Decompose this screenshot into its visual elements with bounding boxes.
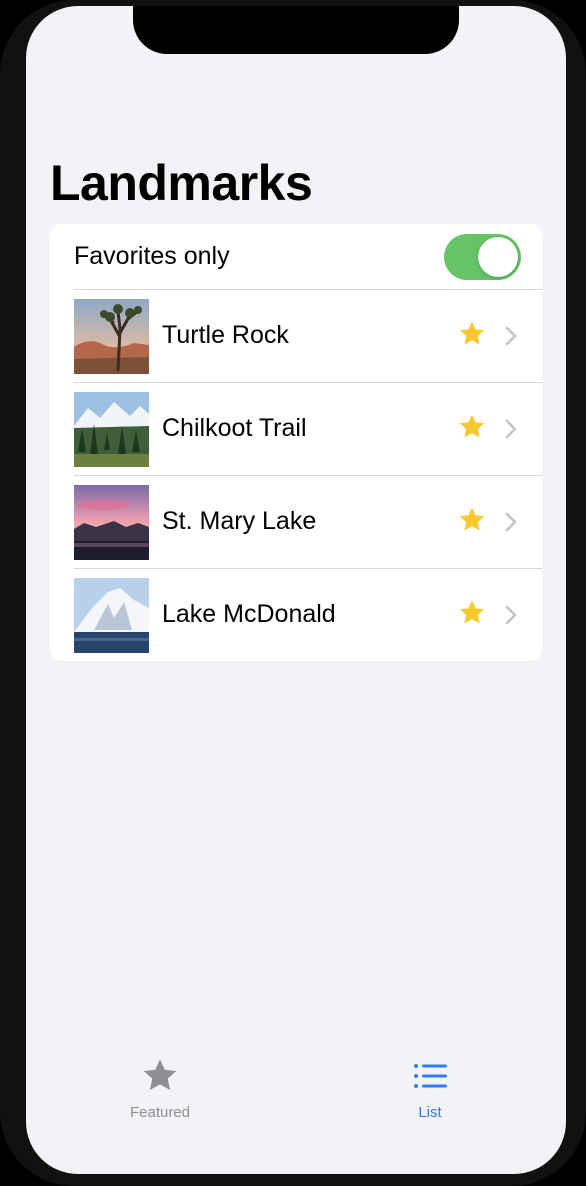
tab-bar: Featured List: [26, 1046, 566, 1174]
favorites-toggle[interactable]: [444, 234, 521, 280]
list-item-turtle-rock[interactable]: Turtle Rock: [50, 290, 542, 383]
chevron-right-icon: [504, 604, 518, 631]
st-mary-lake-thumbnail: [74, 485, 149, 560]
landmark-name: Turtle Rock: [162, 321, 289, 349]
list-icon: [410, 1056, 450, 1101]
star-icon: [140, 1056, 180, 1101]
favorites-row: Favorites only: [50, 224, 542, 290]
favorite-star-icon: [457, 505, 487, 540]
landmark-name: Chilkoot Trail: [162, 414, 307, 442]
favorite-star-icon: [457, 598, 487, 633]
screen: Landmarks Favorites only Turtle Rock Chi…: [26, 6, 566, 1174]
favorite-star-icon: [457, 412, 487, 447]
favorite-star-icon: [457, 319, 487, 354]
favorites-label: Favorites only: [74, 242, 230, 270]
toggle-knob: [478, 237, 518, 277]
chevron-right-icon: [504, 418, 518, 445]
lake-mcdonald-thumbnail: [74, 578, 149, 653]
landmark-name: St. Mary Lake: [162, 507, 317, 535]
list-item-chilkoot-trail[interactable]: Chilkoot Trail: [50, 383, 542, 476]
chilkoot-trail-thumbnail: [74, 392, 149, 467]
tab-list[interactable]: List: [330, 1046, 530, 1136]
tab-list-label: List: [418, 1104, 442, 1121]
tab-featured[interactable]: Featured: [60, 1046, 260, 1136]
landmark-list: Favorites only Turtle Rock Chilkoot Trai…: [50, 224, 542, 661]
landmark-name: Lake McDonald: [162, 600, 336, 628]
list-item-st-mary-lake[interactable]: St. Mary Lake: [50, 476, 542, 569]
notch: [133, 6, 459, 54]
tab-featured-label: Featured: [129, 1104, 191, 1121]
list-item-lake-mcdonald[interactable]: Lake McDonald: [50, 569, 542, 661]
turtle-rock-thumbnail: [74, 299, 149, 374]
device-frame: Landmarks Favorites only Turtle Rock Chi…: [0, 0, 586, 1186]
chevron-right-icon: [504, 511, 518, 538]
chevron-right-icon: [504, 325, 518, 352]
page-title: Landmarks: [50, 155, 313, 211]
